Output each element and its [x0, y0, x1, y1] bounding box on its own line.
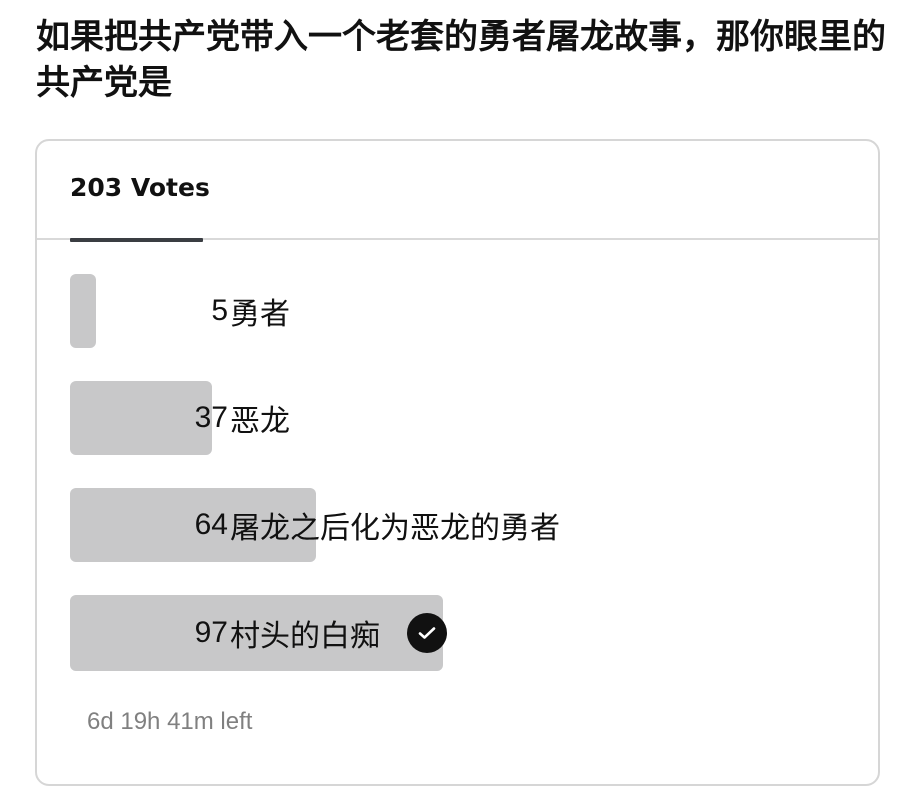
option-label: 勇者	[230, 297, 290, 332]
poll-question: 如果把共产党带入一个老套的勇者屠龙故事，那你眼里的共产党是	[36, 17, 886, 103]
result-bar	[70, 274, 96, 348]
poll-option[interactable]: 64 屠龙之后化为恶龙的勇者	[70, 488, 850, 562]
poll-card: 203 Votes 5 勇者 37 恶龙 64 屠龙之后化为恶龙的勇者 97 村…	[35, 139, 880, 786]
poll-option[interactable]: 5 勇者	[70, 274, 850, 348]
poll-option[interactable]: 37 恶龙	[70, 381, 850, 455]
vote-count: 97	[194, 616, 228, 649]
checkmark-icon	[407, 613, 447, 653]
vote-count: 64	[194, 508, 228, 541]
time-remaining: 6d 19h 41m left	[87, 708, 253, 735]
poll-option[interactable]: 97 村头的白痴	[70, 595, 850, 671]
tab-active-indicator	[70, 238, 203, 242]
vote-count: 5	[211, 294, 228, 327]
vote-count: 37	[194, 401, 228, 434]
tab-votes[interactable]: 203 Votes	[70, 141, 210, 242]
votes-count-label: 203 Votes	[70, 173, 210, 202]
option-label: 屠龙之后化为恶龙的勇者	[230, 511, 560, 546]
option-label: 恶龙	[230, 404, 290, 439]
poll-header: 203 Votes	[37, 141, 878, 242]
option-label: 村头的白痴	[230, 619, 380, 654]
